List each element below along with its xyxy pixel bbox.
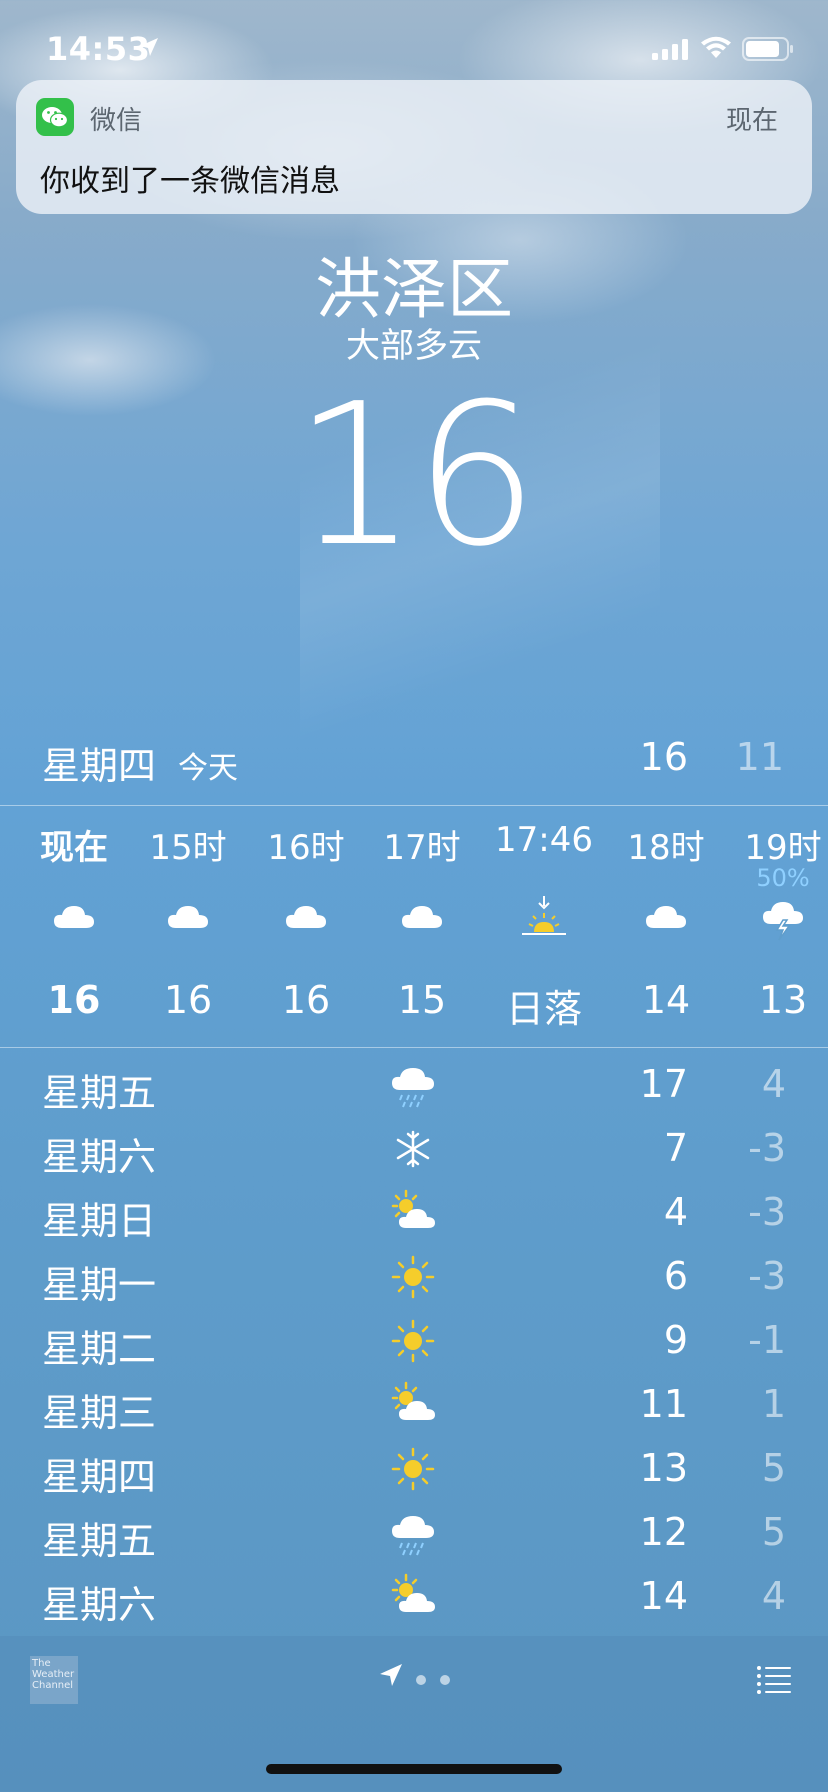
- daily-row: 星期二 9 -1: [0, 1306, 828, 1371]
- today-label: 今天: [178, 751, 238, 786]
- wechat-icon: [36, 98, 74, 136]
- notification-time: 现在: [725, 106, 778, 136]
- partly-cloudy-icon: [391, 1381, 435, 1420]
- daily-row: 星期六 14 4: [0, 1562, 828, 1627]
- day-low: -3: [748, 1254, 786, 1298]
- current-condition: 大部多云: [346, 326, 482, 366]
- hour-temperature: 15: [397, 978, 447, 1022]
- day-name: 星期二: [42, 1327, 157, 1371]
- notification-banner[interactable]: 微信 现在 你收到了一条微信消息: [16, 80, 812, 214]
- today-summary: 星期四 今天 16 11: [0, 735, 828, 791]
- day-high: 11: [639, 1382, 688, 1426]
- hour-label: 19时: [744, 828, 822, 868]
- sun-icon: [391, 1447, 435, 1491]
- day-low: 4: [761, 1574, 786, 1618]
- divider: [0, 1047, 828, 1048]
- today-day: 星期四: [42, 744, 157, 788]
- day-high: 9: [663, 1318, 688, 1362]
- day-low: 5: [761, 1510, 786, 1554]
- hour-temperature: 16: [163, 978, 213, 1022]
- hour-temperature: 13: [758, 978, 808, 1022]
- list-icon[interactable]: [756, 1664, 792, 1694]
- hour-temperature: 日落: [505, 987, 582, 1031]
- snow-icon: [396, 1130, 430, 1168]
- location-arrow-icon: [140, 38, 158, 56]
- day-low: -3: [748, 1190, 786, 1234]
- daily-row: 星期五 17 4: [0, 1050, 828, 1115]
- partly-cloudy-icon: [391, 1189, 435, 1228]
- sun-icon: [391, 1319, 435, 1363]
- day-name: 星期日: [42, 1199, 157, 1243]
- hour-label: 15时: [149, 828, 227, 868]
- day-name: 星期三: [42, 1391, 157, 1435]
- cloud-icon: [286, 906, 326, 928]
- day-high: 13: [639, 1446, 688, 1490]
- day-name: 星期六: [42, 1135, 157, 1179]
- rain-icon: [392, 1516, 434, 1556]
- current-location-icon[interactable]: [378, 1662, 404, 1688]
- day-high: 4: [663, 1190, 688, 1234]
- daily-row: 星期六 7 -3: [0, 1114, 828, 1179]
- hourly-forecast[interactable]: 现在 16 15时 16 16时 16 17时 15 17:46 日落 18时 …: [0, 806, 828, 1046]
- battery-icon: [742, 37, 793, 61]
- day-high: 6: [663, 1254, 688, 1298]
- hour-label: 18时: [627, 828, 705, 868]
- day-low: 5: [761, 1446, 786, 1490]
- hour-temperature: 16: [47, 978, 101, 1022]
- cloud-icon: [54, 906, 94, 928]
- day-low: -1: [748, 1318, 786, 1362]
- daily-row: 星期四 13 5: [0, 1434, 828, 1499]
- status-time: 14:53: [46, 30, 151, 68]
- day-name: 星期四: [42, 1455, 157, 1499]
- weather-channel-logo[interactable]: The Weather Channel: [30, 1656, 78, 1704]
- day-name: 星期一: [42, 1263, 157, 1307]
- notification-app-name: 微信: [90, 106, 143, 136]
- page-indicator-dot[interactable]: [416, 1675, 426, 1685]
- thunderstorm-icon: [763, 902, 803, 941]
- hour-temperature: 14: [641, 978, 691, 1022]
- rain-icon: [392, 1068, 434, 1108]
- daily-row: 星期三 11 1: [0, 1370, 828, 1435]
- day-low: 1: [761, 1382, 786, 1426]
- current-temperature: 16: [293, 362, 538, 590]
- day-name: 星期五: [42, 1071, 157, 1115]
- day-name: 星期五: [42, 1519, 157, 1563]
- day-high: 7: [663, 1126, 688, 1170]
- day-high: 14: [639, 1574, 688, 1618]
- home-indicator[interactable]: [266, 1764, 562, 1774]
- cloud-icon: [168, 906, 208, 928]
- hour-label: 16时: [267, 828, 345, 868]
- day-low: -3: [748, 1126, 786, 1170]
- cloud-icon: [646, 906, 686, 928]
- hour-label: 现在: [40, 828, 108, 868]
- page-indicator-dot[interactable]: [440, 1675, 450, 1685]
- hour-temperature: 16: [281, 978, 331, 1022]
- cloud-icon: [402, 906, 442, 928]
- day-name: 星期六: [42, 1583, 157, 1627]
- wifi-icon: [701, 36, 731, 58]
- daily-row: 星期五 12 5: [0, 1498, 828, 1563]
- day-high: 17: [639, 1062, 688, 1106]
- day-high: 12: [639, 1510, 688, 1554]
- hour-label: 17:46: [495, 820, 593, 860]
- notification-message: 你收到了一条微信消息: [40, 164, 340, 199]
- today-low: 11: [735, 735, 784, 779]
- sun-icon: [391, 1255, 435, 1299]
- hour-label: 17时: [383, 828, 461, 868]
- day-low: 4: [761, 1062, 786, 1106]
- daily-row: 星期一 6 -3: [0, 1242, 828, 1307]
- cellular-signal-icon: [652, 39, 688, 60]
- sunset-icon: [522, 896, 566, 935]
- precip-chance: 50%: [756, 864, 810, 892]
- daily-row: 星期日 4 -3: [0, 1178, 828, 1243]
- today-high: 16: [639, 735, 688, 779]
- partly-cloudy-icon: [391, 1573, 435, 1612]
